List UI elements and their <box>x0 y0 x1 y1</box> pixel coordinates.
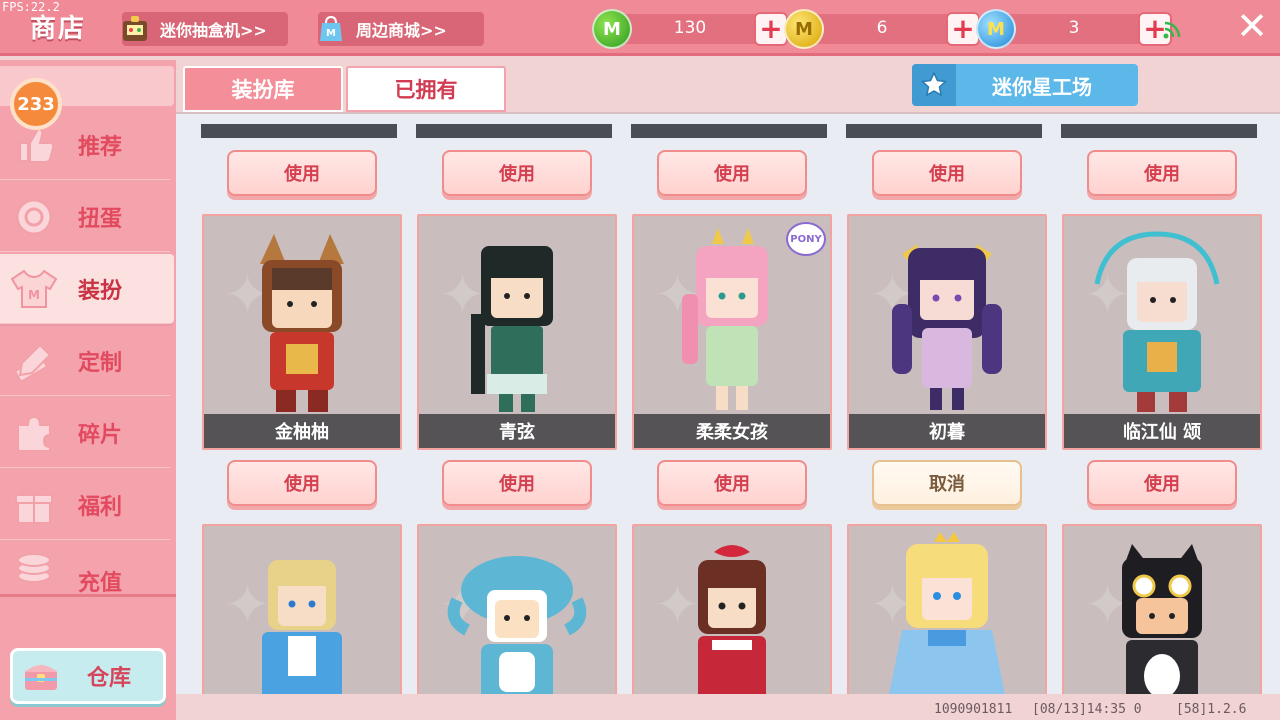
notification-badge: 233 <box>10 78 62 130</box>
warehouse-label: 仓库 <box>87 666 132 691</box>
green-gem-icon: M <box>592 9 632 49</box>
sidebar-item-label: 扭蛋 <box>78 206 123 232</box>
timestamp: [08/13]14:35 0 <box>1032 702 1142 717</box>
shopping-bag-icon: M <box>314 12 348 46</box>
sidebar-item-label: 推荐 <box>78 134 123 160</box>
gift-icon <box>4 475 64 535</box>
character-portrait <box>892 244 1002 410</box>
character-portrait <box>471 246 553 412</box>
use-button[interactable]: 使用 <box>1087 150 1237 196</box>
outfit-card[interactable]: ✦ <box>417 524 617 694</box>
currency-value: 3 <box>1068 18 1080 38</box>
shirt-icon: M <box>4 259 64 319</box>
gacha-machine-icon <box>118 12 152 46</box>
outfit-name: 青弦 <box>419 414 615 448</box>
tab-wardrobe[interactable]: 装扮库 <box>183 66 343 112</box>
svg-text:M: M <box>326 28 336 39</box>
version-label: [58]1.2.6 <box>1176 702 1247 717</box>
character-portrait <box>889 532 1005 694</box>
use-button[interactable]: 使用 <box>442 460 592 506</box>
outfit-card[interactable]: ✦ <box>1062 524 1262 694</box>
card-name-strip <box>631 124 827 138</box>
star-icon <box>912 64 956 106</box>
character-portrait <box>262 560 342 694</box>
character-portrait <box>447 556 587 694</box>
sidebar-item-label: 装扮 <box>78 278 123 304</box>
currency-value: 130 <box>673 18 707 38</box>
mini-coin-icon: M <box>976 9 1016 49</box>
gacha-machine-link[interactable]: 迷你抽盒机>> <box>122 12 288 46</box>
currency-gold-coin: M 6 + <box>784 9 980 49</box>
mini-workshop-button[interactable]: 迷你星工场 <box>912 64 1138 106</box>
card-name-strip <box>1061 124 1257 138</box>
sidebar-item-gacha[interactable]: 扭蛋 <box>0 182 170 252</box>
character-portrait <box>682 228 768 410</box>
top-bar: FPS:22.2 商店 迷你抽盒机>> M 周边商城>> M 130 + M 6… <box>0 0 1280 56</box>
outfit-card[interactable]: ✦ <box>202 524 402 694</box>
puzzle-icon <box>4 403 64 463</box>
use-button[interactable]: 使用 <box>227 460 377 506</box>
cancel-button[interactable]: 取消 <box>872 460 1022 506</box>
currency-green-gem: M 130 + <box>592 9 788 49</box>
outfit-name: 柔柔女孩 <box>634 414 830 448</box>
capsule-icon <box>4 187 64 247</box>
item-grid: 使用 使用 使用 使用 使用 ✦ 金柚柚 ✦ 青弦 ✦ PONY 柔柔女孩 ✦ … <box>176 112 1280 694</box>
character-portrait <box>260 234 344 412</box>
card-name-strip <box>416 124 612 138</box>
signal-icon <box>1162 18 1184 40</box>
use-button[interactable]: 使用 <box>657 460 807 506</box>
svg-text:M: M <box>28 288 40 302</box>
add-currency-button[interactable]: + <box>946 12 980 46</box>
page-title: 商店 <box>30 14 87 44</box>
workshop-label: 迷你星工场 <box>992 74 1092 99</box>
outfit-name: 临江仙 颂 <box>1064 414 1260 448</box>
use-button[interactable]: 使用 <box>227 150 377 196</box>
warehouse-button[interactable]: 仓库 <box>10 648 166 704</box>
sidebar-item-label: 碎片 <box>78 422 123 448</box>
merch-mall-link[interactable]: M 周边商城>> <box>318 12 484 46</box>
sidebar-item-recharge[interactable]: 充值 <box>0 542 170 594</box>
sidebar-item-label: 定制 <box>78 350 123 376</box>
outfit-card[interactable]: ✦ 金柚柚 <box>202 214 402 450</box>
sidebar-item-label: 福利 <box>78 494 123 520</box>
sidebar-item-customize[interactable]: 定制 <box>0 326 170 396</box>
sidebar-divider <box>0 594 176 597</box>
gacha-machine-label: 迷你抽盒机>> <box>160 21 267 40</box>
outfit-card[interactable]: ✦ 初暮 <box>847 214 1047 450</box>
sidebar-item-fragments[interactable]: 碎片 <box>0 398 170 468</box>
pencil-ruler-icon <box>4 331 64 391</box>
currency-value: 6 <box>876 18 888 38</box>
character-portrait <box>698 545 766 694</box>
sidebar-item-benefits[interactable]: 福利 <box>0 470 170 540</box>
tab-owned[interactable]: 已拥有 <box>346 66 506 112</box>
outfit-card[interactable]: ✦ PONY 柔柔女孩 <box>632 214 832 450</box>
outfit-card[interactable]: ✦ 青弦 <box>417 214 617 450</box>
outfit-card[interactable]: ✦ <box>847 524 1047 694</box>
currency-mini-coin: M 3 + <box>976 9 1172 49</box>
sidebar-item-dressup[interactable]: M 装扮 <box>0 254 174 324</box>
merch-mall-label: 周边商城>> <box>356 21 447 40</box>
character-portrait <box>1122 544 1202 694</box>
chest-icon <box>23 660 59 692</box>
outfit-name: 金柚柚 <box>204 414 400 448</box>
gold-coin-icon: M <box>784 9 824 49</box>
user-id: 1090901811 <box>934 702 1013 717</box>
use-button[interactable]: 使用 <box>1087 460 1237 506</box>
add-currency-button[interactable]: + <box>754 12 788 46</box>
use-button[interactable]: 使用 <box>657 150 807 196</box>
outfit-card[interactable]: ✦ <box>632 524 832 694</box>
outfit-name: 初暮 <box>849 414 1045 448</box>
card-name-strip <box>201 124 397 138</box>
character-portrait <box>1094 231 1220 412</box>
close-icon[interactable]: ✕ <box>1232 6 1272 46</box>
outfit-card[interactable]: ✦ 临江仙 颂 <box>1062 214 1262 450</box>
sidebar-item-label: 充值 <box>78 571 123 594</box>
use-button[interactable]: 使用 <box>442 150 592 196</box>
card-name-strip <box>846 124 1042 138</box>
coins-icon <box>4 542 64 594</box>
use-button[interactable]: 使用 <box>872 150 1022 196</box>
